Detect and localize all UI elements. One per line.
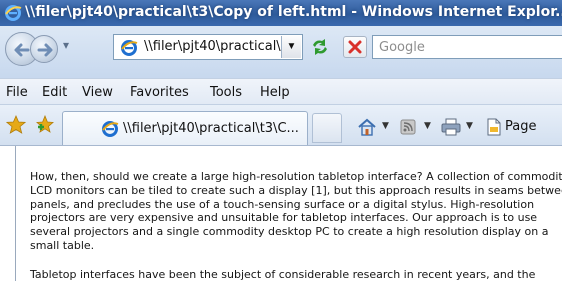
search-input[interactable]: Google xyxy=(372,35,562,59)
stop-button[interactable] xyxy=(343,36,367,58)
home-icon[interactable] xyxy=(356,117,378,137)
feeds-icon[interactable] xyxy=(398,117,418,137)
home-dropdown[interactable]: ▼ xyxy=(382,121,389,131)
menu-edit[interactable]: Edit xyxy=(42,85,67,100)
ie-logo-icon xyxy=(5,5,22,21)
address-text[interactable]: \\filer\pjt40\practical\ xyxy=(144,39,281,54)
menu-bar: File Edit View Favorites Tools Help xyxy=(0,78,562,104)
paragraph-line: panels, and precludes the use of a touch… xyxy=(30,197,535,211)
navigation-bar: ▾ \\filer\pjt40\practical\ ▼ Google xyxy=(0,26,562,78)
menu-help[interactable]: Help xyxy=(260,85,290,100)
tab-title[interactable]: \\filer\pjt40\practical\t3\C... xyxy=(123,121,299,136)
paragraph-line: small table. xyxy=(30,238,95,252)
paragraph-line: How, then, should we create a large high… xyxy=(30,170,562,183)
page-menu-label[interactable]: Page xyxy=(505,119,536,134)
address-bar[interactable]: \\filer\pjt40\practical\ ▼ xyxy=(113,34,303,60)
forward-button[interactable] xyxy=(30,35,58,63)
print-icon[interactable] xyxy=(440,117,462,137)
add-favorites-icon[interactable] xyxy=(34,115,56,135)
address-dropdown-button[interactable]: ▼ xyxy=(281,36,301,58)
feeds-dropdown[interactable]: ▼ xyxy=(424,121,431,131)
document-paragraph: How, then, should we create a large high… xyxy=(30,170,562,253)
page-icon[interactable] xyxy=(484,117,504,137)
title-bar: \\filer\pjt40\practical\t3\Copy of left.… xyxy=(0,0,562,26)
ie-logo-icon xyxy=(102,121,119,137)
tab-current-page[interactable]: \\filer\pjt40\practical\t3\C... xyxy=(62,111,308,145)
window-title: \\filer\pjt40\practical\t3\Copy of left.… xyxy=(25,4,562,20)
favorites-bar: \\filer\pjt40\practical\t3\C... ▼ ▼ ▼ Pa… xyxy=(0,104,562,146)
stop-icon xyxy=(348,40,362,54)
menu-view[interactable]: View xyxy=(82,85,113,100)
ie-logo-icon xyxy=(121,40,138,56)
menu-file[interactable]: File xyxy=(6,85,28,100)
print-dropdown[interactable]: ▼ xyxy=(466,121,473,131)
menu-tools[interactable]: Tools xyxy=(210,85,242,100)
paragraph-line: LCD monitors can be tiled to create such… xyxy=(30,183,562,197)
new-tab-button[interactable] xyxy=(312,113,342,143)
forward-arrow-icon xyxy=(37,43,53,57)
recent-pages-dropdown[interactable]: ▾ xyxy=(63,38,69,52)
favorites-star-icon[interactable] xyxy=(6,115,26,135)
paragraph-line: projectors are very expensive and unsuit… xyxy=(30,211,538,225)
paragraph-line: several projectors and a single commodit… xyxy=(30,225,549,239)
menu-favorites[interactable]: Favorites xyxy=(130,85,189,100)
document-paragraph-partial: Tabletop interfaces have been the subjec… xyxy=(30,268,562,281)
refresh-icon[interactable] xyxy=(308,36,332,58)
paragraph-line: Tabletop interfaces have been the subjec… xyxy=(30,268,536,281)
